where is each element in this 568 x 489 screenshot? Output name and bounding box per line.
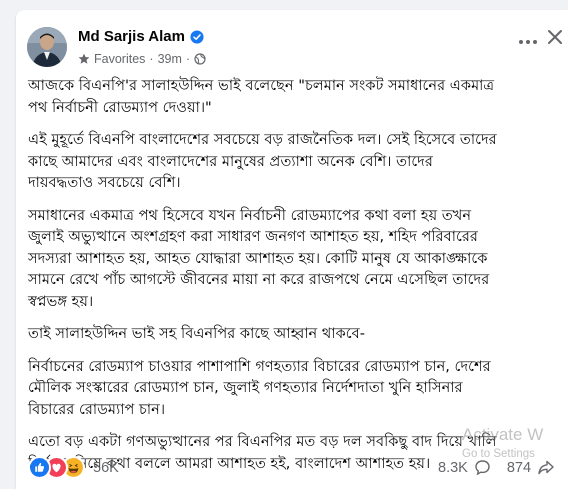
- post-body: আজকে বিএনপি'র সালাহউদ্দিন ভাই বলেছেন "চল…: [28, 75, 568, 485]
- favorites-label: Favorites: [94, 52, 146, 66]
- engagement-stats: 8.3K 874: [438, 459, 555, 476]
- reaction-count: 56K: [93, 459, 119, 476]
- post-paragraph: তাই সালাহউদ্দিন ভাই সহ বিএনপির কাছে আহ্ব…: [28, 325, 366, 342]
- activation-watermark: Activate W Go to Settings: [462, 425, 543, 460]
- post-meta: Favorites · 39m ·: [78, 52, 206, 66]
- like-reaction-icon: [28, 456, 51, 479]
- post-time[interactable]: 39m: [158, 52, 182, 66]
- more-options-icon[interactable]: [516, 34, 540, 50]
- avatar-image: [27, 27, 67, 67]
- comment-icon[interactable]: [474, 459, 491, 476]
- meta-separator-2: ·: [185, 52, 191, 66]
- author-header: Md Sarjis Alam: [78, 28, 204, 45]
- watermark-subtitle: Go to Settings: [462, 448, 535, 460]
- verified-badge-icon: [190, 29, 204, 44]
- comment-count[interactable]: 8.3K: [438, 460, 468, 476]
- post-paragraph: নির্বাচনের রোডম্যাপ চাওয়ার পাশাপাশি গণহ…: [28, 357, 491, 418]
- globe-icon[interactable]: [194, 53, 206, 65]
- post-paragraph: এই মুহূর্তে বিএনপি বাংলাদেশের সবচেয়ে বড…: [28, 131, 497, 191]
- share-icon[interactable]: [537, 459, 555, 476]
- post-card: Md Sarjis Alam Favorites · 39m · আজকে বি…: [16, 10, 568, 489]
- star-icon: [78, 53, 90, 64]
- avatar[interactable]: [27, 27, 67, 67]
- reaction-summary[interactable]: 56K: [28, 456, 119, 479]
- share-count[interactable]: 874: [507, 460, 531, 476]
- post-paragraph: সমাধানের একমাত্র পথ হিসেবে যখন নির্বাচনী…: [28, 206, 490, 310]
- watermark-title: Activate W: [462, 425, 544, 444]
- author-name[interactable]: Md Sarjis Alam: [78, 28, 185, 45]
- close-icon[interactable]: [542, 24, 568, 50]
- meta-separator: ·: [149, 52, 154, 66]
- post-paragraph: আজকে বিএনপি'র সালাহউদ্দিন ভাই বলেছেন "চল…: [28, 77, 495, 116]
